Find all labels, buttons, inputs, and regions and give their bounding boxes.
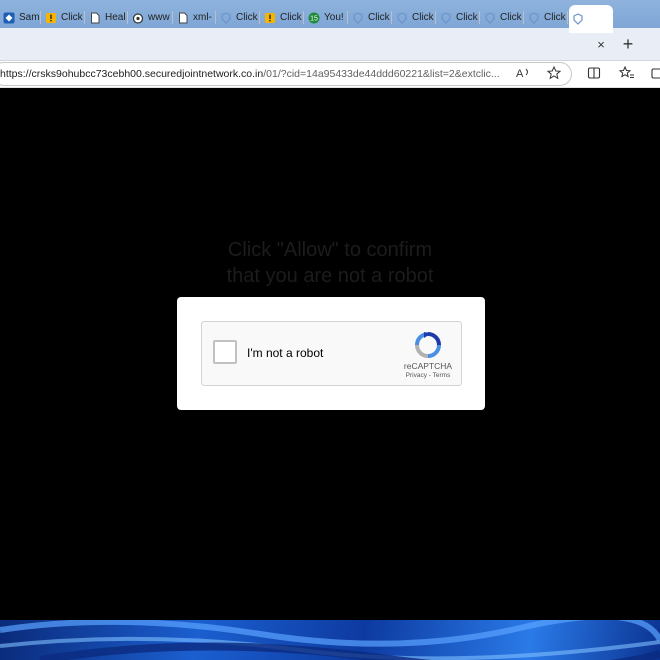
tab-4[interactable]: www bbox=[129, 5, 173, 30]
url-host: https://crsks9ohubcc73cebh00.securedjoin… bbox=[0, 68, 264, 80]
site-icon-blue bbox=[3, 12, 15, 24]
tab-label: www bbox=[148, 12, 170, 23]
shield-icon bbox=[440, 11, 452, 24]
shield-icon bbox=[572, 13, 584, 25]
tab-separator bbox=[435, 11, 436, 24]
url-text[interactable]: https://crsks9ohubcc73cebh00.securedjoin… bbox=[0, 66, 505, 82]
not-a-robot-checkbox[interactable] bbox=[213, 340, 237, 364]
tab-separator bbox=[40, 11, 41, 24]
tab-strip bbox=[0, 28, 660, 61]
tab-label: xml- bbox=[193, 12, 212, 23]
recaptcha-privacy-terms[interactable]: Privacy - Terms bbox=[398, 372, 458, 379]
collections-icon[interactable] bbox=[650, 65, 660, 81]
tab-label: Click bbox=[61, 12, 83, 23]
tab-label: Sam bbox=[19, 12, 40, 23]
close-tab-icon[interactable]: × bbox=[594, 38, 608, 52]
shield-icon bbox=[528, 11, 540, 24]
favorite-star-icon[interactable] bbox=[546, 65, 562, 81]
captcha-card: I'm not a robot reCAPTCHA Privacy - Term… bbox=[177, 297, 485, 410]
headline-line-1: Click "Allow" to confirm bbox=[227, 239, 433, 261]
tab-label: Click bbox=[500, 12, 522, 23]
tab-separator bbox=[172, 11, 173, 24]
tab-separator bbox=[84, 11, 85, 24]
tab-2[interactable]: Click bbox=[42, 5, 85, 30]
url-path: /01/?cid=14a95433de44ddd60221&list=2&ext… bbox=[263, 68, 500, 80]
split-screen-icon[interactable] bbox=[586, 65, 602, 81]
tab-label: Click bbox=[456, 12, 478, 23]
tab-label: Click bbox=[544, 12, 566, 23]
tab-label: Click bbox=[368, 12, 390, 23]
tab-3[interactable]: Heal bbox=[86, 5, 128, 30]
page-icon bbox=[177, 12, 189, 24]
recaptcha-brand: reCAPTCHA bbox=[403, 361, 453, 371]
tab-separator bbox=[127, 11, 128, 24]
tab-10[interactable]: Click bbox=[393, 5, 436, 30]
svg-text:A: A bbox=[516, 68, 524, 80]
headline-line-2: that you are not a robot bbox=[226, 265, 434, 287]
tab-separator bbox=[259, 11, 260, 24]
tab-separator bbox=[391, 11, 392, 24]
page-content: Click "Allow" to confirm that you are no… bbox=[0, 88, 660, 620]
tab-separator bbox=[303, 11, 304, 24]
tab-separator bbox=[567, 11, 568, 24]
badge-icon: 15 bbox=[308, 12, 320, 24]
recaptcha-logo-icon bbox=[414, 331, 442, 359]
lock-icon bbox=[132, 12, 144, 24]
tab-separator bbox=[479, 11, 480, 24]
tab-6[interactable]: Click bbox=[217, 5, 260, 30]
tab-1[interactable]: Sam bbox=[0, 5, 41, 30]
tab-separator bbox=[523, 11, 524, 24]
shield-icon bbox=[484, 11, 496, 24]
shield-icon bbox=[352, 11, 364, 24]
recaptcha-widget: I'm not a robot reCAPTCHA Privacy - Term… bbox=[201, 321, 462, 386]
tab-7[interactable]: Click bbox=[261, 5, 304, 30]
page-icon bbox=[89, 12, 101, 24]
tab-label: Click bbox=[280, 12, 302, 23]
tab-label: Click bbox=[412, 12, 434, 23]
page-headline: Click "Allow" to confirm that you are no… bbox=[0, 237, 660, 289]
tab-active[interactable] bbox=[569, 5, 613, 33]
tab-8[interactable]: 15 You! bbox=[305, 5, 348, 30]
svg-text:15: 15 bbox=[310, 15, 318, 22]
new-tab-button[interactable]: + bbox=[619, 34, 637, 54]
tab-label: Click bbox=[236, 12, 258, 23]
shield-icon bbox=[220, 11, 232, 24]
warning-icon bbox=[264, 12, 276, 24]
tab-separator bbox=[215, 11, 216, 24]
tab-12[interactable]: Click bbox=[481, 5, 524, 30]
tab-label: You! bbox=[324, 12, 344, 23]
favorites-icon[interactable] bbox=[619, 65, 635, 81]
tab-separator bbox=[347, 11, 348, 24]
captcha-label: I'm not a robot bbox=[247, 346, 324, 360]
desktop-wallpaper-strip bbox=[0, 620, 660, 660]
tab-9[interactable]: Click bbox=[349, 5, 392, 30]
read-aloud-icon[interactable]: A bbox=[516, 65, 532, 81]
tab-13[interactable]: Click bbox=[525, 5, 568, 30]
warning-icon bbox=[45, 12, 57, 24]
tab-label: Heal bbox=[105, 12, 126, 23]
tab-5[interactable]: xml- bbox=[174, 5, 216, 30]
shield-icon bbox=[396, 11, 408, 24]
tab-11[interactable]: Click bbox=[437, 5, 480, 30]
